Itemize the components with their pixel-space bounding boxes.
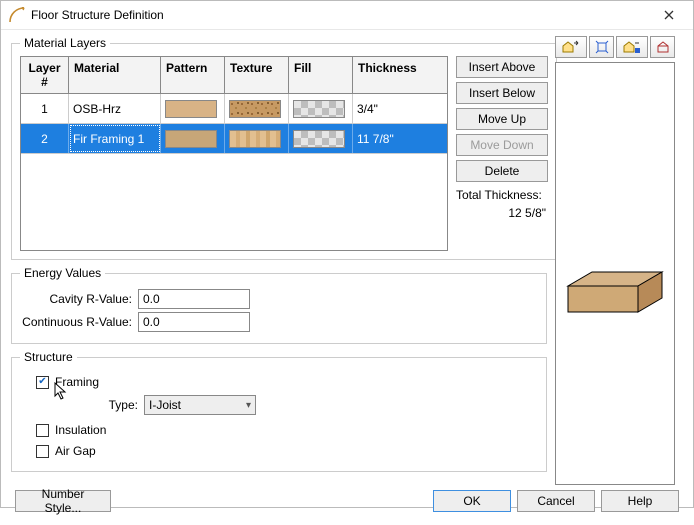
- layers-table[interactable]: Layer # Material Pattern Texture Fill Th…: [20, 56, 448, 251]
- cell-material: OSB-Hrz: [73, 102, 121, 116]
- close-button[interactable]: [649, 1, 689, 29]
- preview-panel: [555, 36, 675, 485]
- col-texture: Texture: [225, 57, 289, 93]
- continuous-r-label: Continuous R-Value:: [20, 315, 132, 329]
- structure-group: Structure Framing Type: I-Joist: [11, 350, 547, 472]
- number-style-button[interactable]: Number Style...: [15, 490, 111, 512]
- air-gap-checkbox[interactable]: [36, 445, 49, 458]
- cancel-button[interactable]: Cancel: [517, 490, 595, 512]
- cell-thickness: 3/4": [357, 102, 378, 116]
- col-pattern: Pattern: [161, 57, 225, 93]
- type-select[interactable]: I-Joist ▾: [144, 395, 256, 415]
- table-header: Layer # Material Pattern Texture Fill Th…: [21, 57, 447, 94]
- floor-structure-dialog: Floor Structure Definition Material Laye…: [0, 0, 694, 508]
- table-row[interactable]: 2 Fir Framing 1 11 7/8": [21, 124, 447, 154]
- cell-thickness: 11 7/8": [357, 132, 394, 146]
- insulation-checkbox[interactable]: [36, 424, 49, 437]
- window-title: Floor Structure Definition: [31, 8, 649, 22]
- preview-wire-button[interactable]: [650, 36, 675, 58]
- preview-house-button[interactable]: [555, 36, 587, 58]
- preview-canvas[interactable]: [555, 62, 675, 485]
- app-icon: [9, 7, 25, 23]
- house-icon: [561, 40, 581, 54]
- structure-legend: Structure: [20, 350, 77, 364]
- energy-values-legend: Energy Values: [20, 266, 105, 280]
- preview-extents-button[interactable]: [589, 36, 614, 58]
- cavity-r-input[interactable]: [138, 289, 250, 309]
- insulation-label: Insulation: [55, 423, 106, 437]
- wireframe-icon: [656, 40, 670, 54]
- insert-below-button[interactable]: Insert Below: [456, 82, 548, 104]
- help-button[interactable]: Help: [601, 490, 679, 512]
- preview-toolbar: [555, 36, 675, 60]
- delete-button[interactable]: Delete: [456, 160, 548, 182]
- fill-swatch[interactable]: [293, 130, 345, 148]
- color-house-icon: [622, 40, 642, 54]
- insert-above-button[interactable]: Insert Above: [456, 56, 548, 78]
- preview-color-button[interactable]: [616, 36, 648, 58]
- total-thickness-label: Total Thickness:: [456, 188, 548, 202]
- framing-label: Framing: [55, 375, 99, 389]
- move-down-button[interactable]: Move Down: [456, 134, 548, 156]
- cavity-r-label: Cavity R-Value:: [20, 292, 132, 306]
- layer-side-buttons: Insert Above Insert Below Move Up Move D…: [456, 56, 548, 251]
- cell-layer: 2: [41, 132, 48, 146]
- material-layers-group: Material Layers Layer # Material Pattern…: [11, 36, 557, 260]
- energy-values-group: Energy Values Cavity R-Value: Continuous…: [11, 266, 547, 344]
- pattern-swatch[interactable]: [165, 100, 217, 118]
- bottom-bar: Number Style... OK Cancel Help: [11, 485, 683, 517]
- col-thickness: Thickness: [353, 57, 429, 93]
- cell-material: Fir Framing 1: [73, 132, 144, 146]
- texture-swatch[interactable]: [229, 100, 281, 118]
- col-fill: Fill: [289, 57, 353, 93]
- material-layers-legend: Material Layers: [20, 36, 110, 50]
- chevron-down-icon: ▾: [246, 400, 251, 411]
- ok-button[interactable]: OK: [433, 490, 511, 512]
- fill-swatch[interactable]: [293, 100, 345, 118]
- move-up-button[interactable]: Move Up: [456, 108, 548, 130]
- continuous-r-input[interactable]: [138, 312, 250, 332]
- air-gap-label: Air Gap: [55, 444, 96, 458]
- pattern-swatch[interactable]: [165, 130, 217, 148]
- col-material: Material: [69, 57, 161, 93]
- texture-swatch[interactable]: [229, 130, 281, 148]
- framing-checkbox[interactable]: [36, 376, 49, 389]
- close-icon: [664, 10, 674, 20]
- type-value: I-Joist: [149, 398, 181, 412]
- cell-layer: 1: [41, 102, 48, 116]
- titlebar: Floor Structure Definition: [1, 1, 693, 30]
- extents-icon: [595, 40, 609, 54]
- type-label: Type:: [56, 398, 138, 412]
- total-thickness-value: 12 5/8": [456, 206, 548, 220]
- preview-3d-box: [556, 63, 674, 481]
- table-row[interactable]: 1 OSB-Hrz 3/4": [21, 94, 447, 124]
- col-layer: Layer #: [21, 57, 69, 93]
